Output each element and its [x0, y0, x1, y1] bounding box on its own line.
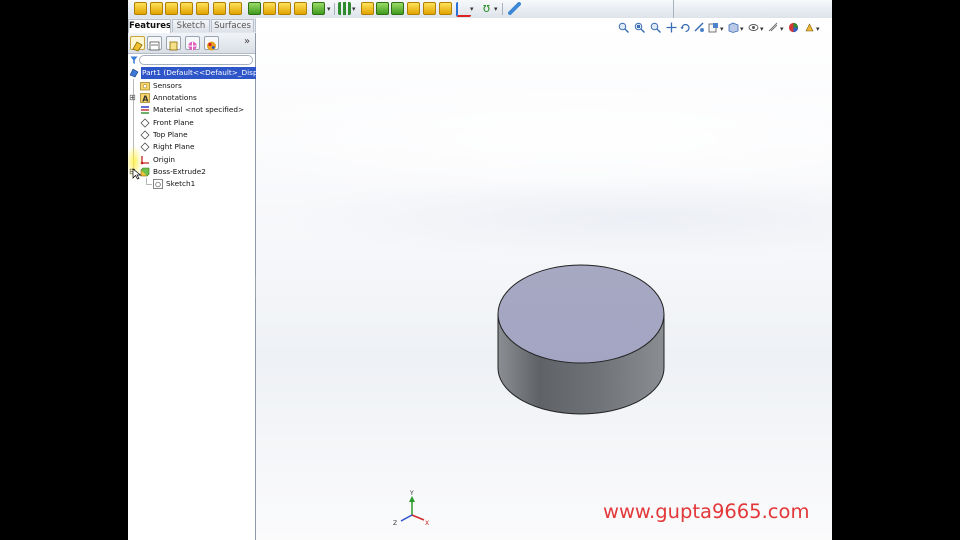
appearance-dropdown-icon[interactable]: ▾	[780, 25, 784, 33]
command-toolbar: ▾ ▾ ▾ ʊ ▾	[128, 0, 832, 19]
curves-dropdown-icon[interactable]: ▾	[494, 5, 498, 13]
cylinder-body[interactable]	[497, 264, 665, 415]
configuration-manager-tab-icon[interactable]	[166, 36, 181, 51]
tree-item-label: Boss-Extrude2	[153, 167, 206, 176]
boundary-cut-icon[interactable]	[294, 2, 307, 15]
triad-z-axis	[400, 514, 413, 522]
tree-item-label: Origin	[153, 155, 176, 164]
root-label: Part1 (Default<<Default>_Displa	[141, 67, 266, 79]
graphics-area[interactable]: Y X Z	[256, 18, 832, 540]
rotate-view-icon[interactable]	[680, 22, 691, 33]
part-icon	[129, 68, 139, 78]
instant3d-icon[interactable]	[508, 2, 521, 15]
fillet-dropdown-icon[interactable]: ▾	[327, 5, 331, 13]
view-orientation-icon[interactable]	[708, 22, 719, 33]
triad-x-axis	[411, 514, 425, 521]
mouse-cursor-icon	[132, 168, 142, 180]
tree-root-part[interactable]: Part1 (Default<<Default>_Displa	[128, 67, 266, 79]
tree-connector	[146, 184, 152, 185]
dome-icon[interactable]	[423, 2, 436, 15]
linear-pattern-icon[interactable]	[338, 2, 351, 15]
revolved-boss-icon[interactable]	[150, 2, 163, 15]
pattern-dropdown-icon[interactable]: ▾	[352, 5, 356, 13]
lofted-cut-icon[interactable]	[278, 2, 291, 15]
expand-annotations-icon[interactable]: ⊞	[129, 92, 139, 104]
cylinder-top-face[interactable]	[497, 264, 665, 364]
extruded-cut-icon[interactable]	[213, 2, 226, 15]
heads-up-view-toolbar: ▾ ▾ ▾ ▾ ▾	[618, 22, 828, 36]
display-style-dropdown-icon[interactable]: ▾	[740, 25, 744, 33]
sensors-icon	[140, 82, 150, 91]
plane-icon	[140, 130, 150, 140]
toolbar-separator	[334, 3, 335, 15]
hide-show-items-icon[interactable]	[748, 22, 759, 33]
curves-icon[interactable]: ʊ	[480, 2, 493, 15]
annotations-icon: A	[140, 93, 150, 103]
view-settings-dropdown-icon[interactable]: ▾	[816, 25, 820, 33]
extruded-boss-icon[interactable]	[134, 2, 147, 15]
feature-tree-tab-icon[interactable]	[130, 36, 145, 52]
boundary-boss-icon[interactable]	[196, 2, 209, 15]
sketch-icon	[153, 179, 163, 189]
tab-features[interactable]: Features	[128, 19, 171, 33]
svg-text:A: A	[142, 94, 149, 103]
rib-icon[interactable]	[361, 2, 374, 15]
tree-item-label: Sensors	[153, 81, 182, 90]
reference-triad: Y X Z	[393, 490, 429, 527]
model-viewport: Y X Z	[393, 264, 665, 527]
material-icon	[141, 106, 149, 114]
pan-icon[interactable]	[666, 22, 677, 33]
feature-manager-tabs: »	[128, 33, 255, 54]
edit-appearance-icon[interactable]	[768, 22, 779, 33]
view-orientation-dropdown-icon[interactable]: ▾	[720, 25, 724, 33]
dimxpert-manager-tab-icon[interactable]	[185, 36, 200, 51]
wrap-icon[interactable]	[407, 2, 420, 15]
draft-icon[interactable]	[376, 2, 389, 15]
property-manager-tab-icon[interactable]	[147, 36, 162, 51]
hide-show-dropdown-icon[interactable]: ▾	[760, 25, 764, 33]
tree-item-label: Sketch1	[166, 179, 196, 188]
display-style-icon[interactable]	[728, 22, 739, 33]
tree-item-label: Front Plane	[153, 118, 194, 127]
triad-x-label: X	[425, 520, 429, 527]
zoom-to-area-icon[interactable]	[634, 22, 645, 33]
feature-manager-panel: » Part1 (Default<<Default>_Displa Sensor…	[128, 33, 266, 540]
reference-geometry-dropdown-icon[interactable]: ▾	[470, 5, 474, 13]
watermark-text: www.gupta9665.com	[603, 500, 810, 523]
swept-cut-icon[interactable]	[263, 2, 276, 15]
section-view-icon[interactable]	[694, 22, 705, 33]
triad-z-label: Z	[393, 520, 397, 527]
expand-panel-icon[interactable]: »	[244, 36, 250, 47]
lofted-boss-icon[interactable]	[180, 2, 193, 15]
revolved-cut-icon[interactable]	[248, 2, 261, 15]
filter-input[interactable]	[139, 55, 253, 65]
reference-geometry-icon[interactable]	[456, 2, 471, 17]
hole-wizard-icon[interactable]	[229, 2, 242, 15]
tab-sketch[interactable]: Sketch	[172, 19, 210, 32]
triad-y-label: Y	[409, 490, 414, 497]
fillet-icon[interactable]	[312, 2, 325, 15]
plane-icon	[140, 118, 150, 128]
toolbar-separator	[673, 0, 674, 18]
filter-icon[interactable]	[130, 56, 138, 65]
feature-filter	[129, 55, 254, 66]
tree-item-label: Right Plane	[153, 142, 195, 151]
mirror-icon[interactable]	[439, 2, 452, 15]
display-manager-tab-icon[interactable]	[204, 36, 219, 51]
tree-item-label: Top Plane	[153, 130, 188, 139]
shell-icon[interactable]	[391, 2, 404, 15]
apply-scene-icon[interactable]	[788, 22, 799, 33]
tab-surfaces[interactable]: Surfaces	[211, 19, 254, 32]
tree-item-label: Material <not specified>	[153, 105, 245, 114]
view-settings-icon[interactable]	[804, 22, 815, 33]
solidworks-window: ▾ ▾ ▾ ʊ ▾ FeaturesSketchSurfacesSheet Me…	[128, 0, 832, 540]
toolbar-separator	[502, 3, 503, 15]
previous-view-icon[interactable]	[650, 22, 661, 33]
tree-item-label: Annotations	[153, 93, 197, 102]
swept-boss-icon[interactable]	[165, 2, 178, 15]
zoom-to-fit-icon[interactable]	[618, 22, 629, 33]
